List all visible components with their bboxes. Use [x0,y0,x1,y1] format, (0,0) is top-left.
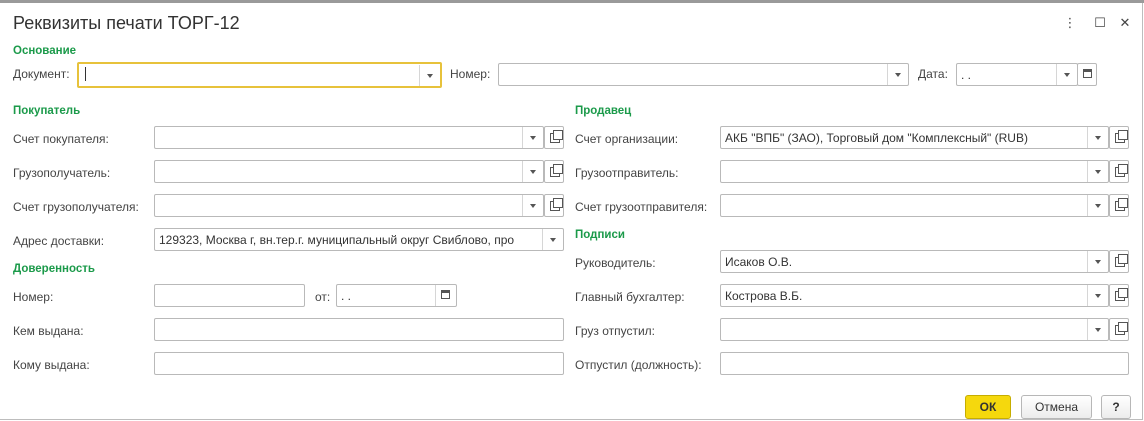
text-cursor [85,67,86,81]
chevron-down-icon[interactable] [1087,251,1108,272]
open-button[interactable] [544,194,564,217]
open-form-icon [1115,322,1128,335]
close-icon[interactable]: ✕ [1117,15,1133,31]
released-field[interactable] [720,318,1109,341]
shipper-label: Грузоотправитель: [575,166,679,180]
consignee-account-field[interactable] [154,194,544,217]
section-signatures: Подписи [575,229,625,241]
open-form-icon [1115,164,1128,177]
address-label: Адрес доставки: [13,234,105,248]
open-button[interactable] [544,160,564,183]
section-proxy: Доверенность [13,263,95,275]
issued-by-label: Кем выдана: [13,324,84,338]
number-field[interactable] [498,63,909,86]
chevron-down-icon[interactable] [1087,285,1108,306]
open-button[interactable] [1109,250,1129,273]
open-form-icon [1115,130,1128,143]
open-form-icon [550,130,563,143]
open-button[interactable] [1109,160,1129,183]
cancel-button[interactable]: Отмена [1021,395,1092,419]
head-label: Руководитель: [575,256,656,270]
address-field[interactable]: 129323, Москва г, вн.тер.г. муниципальны… [154,228,564,251]
open-form-icon [1115,198,1128,211]
position-field[interactable] [720,352,1129,375]
more-icon[interactable]: ⋮ [1062,15,1078,31]
issued-by-field[interactable] [154,318,564,341]
proxy-number-label: Номер: [13,290,54,304]
open-button[interactable] [544,126,564,149]
section-buyer: Покупатель [13,105,81,117]
section-seller: Продавец [575,105,632,117]
chevron-down-icon[interactable] [522,195,543,216]
document-label: Документ: [13,67,70,81]
chevron-down-icon[interactable] [542,229,563,250]
org-account-label: Счет организации: [575,132,679,146]
head-field[interactable]: Исаков О.В. [720,250,1109,273]
open-button[interactable] [1109,284,1129,307]
chevron-down-icon[interactable] [522,127,543,148]
accountant-field[interactable]: Кострова В.Б. [720,284,1109,307]
chevron-down-icon[interactable] [522,161,543,182]
number-label: Номер: [450,67,491,81]
proxy-date-field[interactable]: . . [336,284,457,307]
shipper-field[interactable] [720,160,1109,183]
open-button[interactable] [1109,126,1129,149]
open-button[interactable] [1109,318,1129,341]
proxy-number-field[interactable] [154,284,305,307]
org-account-field[interactable]: АКБ "ВПБ" (ЗАО), Торговый дом "Комплексн… [720,126,1109,149]
open-button[interactable] [1109,194,1129,217]
chevron-down-icon[interactable] [1087,319,1108,340]
document-field[interactable] [77,62,442,88]
calendar-icon [441,290,450,299]
chevron-down-icon[interactable] [1087,127,1108,148]
date-label: Дата: [918,67,948,81]
released-label: Груз отпустил: [575,324,656,338]
proxy-from-label: от: [315,290,331,304]
shipper-account-field[interactable] [720,194,1109,217]
chevron-down-icon[interactable] [1087,161,1108,182]
buyer-account-label: Счет покупателя: [13,132,109,146]
open-form-icon [1115,254,1128,267]
accountant-label: Главный бухгалтер: [575,290,685,304]
consignee-account-label: Счет грузополучателя: [13,200,139,214]
consignee-label: Грузополучатель: [13,166,111,180]
issued-to-label: Кому выдана: [13,358,90,372]
ok-button[interactable]: ОК [965,395,1011,419]
position-label: Отпустил (должность): [575,358,702,372]
shipper-account-label: Счет грузоотправителя: [575,200,708,214]
issued-to-field[interactable] [154,352,564,375]
calendar-icon [1083,69,1092,78]
calendar-button[interactable] [435,285,456,306]
open-form-icon [1115,288,1128,301]
consignee-field[interactable] [154,160,544,183]
chevron-down-icon[interactable] [887,64,908,85]
window-title: Реквизиты печати ТОРГ-12 [13,13,240,33]
maximize-icon[interactable]: ☐ [1092,15,1108,31]
open-form-icon [550,198,563,211]
buyer-account-field[interactable] [154,126,544,149]
calendar-button[interactable] [1077,63,1097,86]
chevron-down-icon[interactable] [419,65,440,86]
open-form-icon [550,164,563,177]
date-field[interactable]: . . [956,63,1078,86]
chevron-down-icon[interactable] [1087,195,1108,216]
chevron-down-icon[interactable] [1056,64,1077,85]
help-button[interactable]: ? [1101,395,1131,419]
section-osnovanie: Основание [13,45,77,57]
